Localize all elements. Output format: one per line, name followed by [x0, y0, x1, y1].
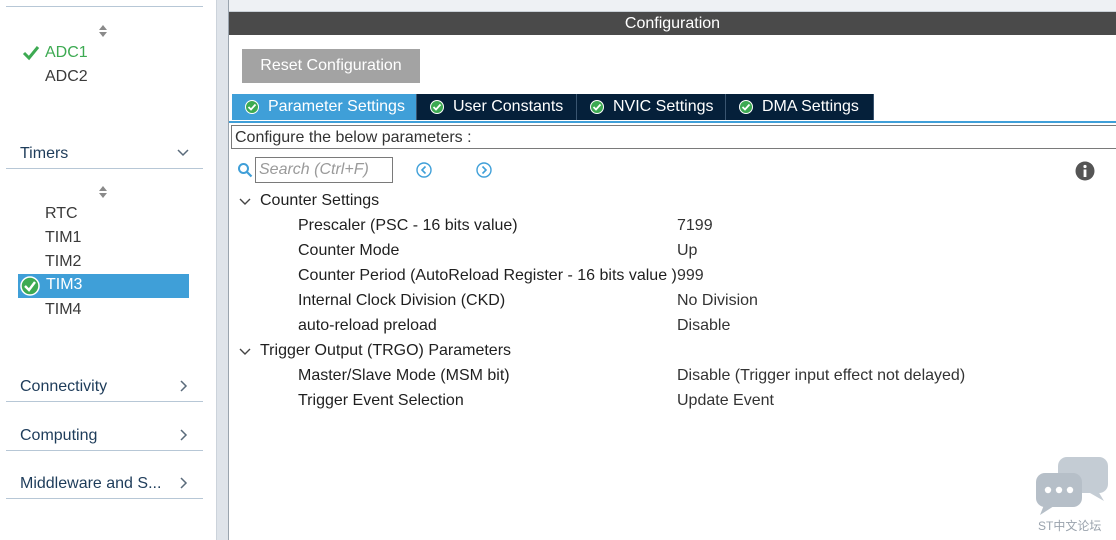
- tab-label: User Constants: [453, 98, 564, 115]
- config-hint: Configure the below parameters :: [235, 129, 472, 146]
- tree-item-adc1[interactable]: ADC1: [45, 43, 88, 63]
- category-computing[interactable]: Computing: [6, 422, 203, 451]
- param-name: Master/Slave Mode (MSM bit): [298, 367, 510, 384]
- search-icon[interactable]: [237, 162, 253, 178]
- previous-result-icon[interactable]: [416, 162, 432, 178]
- chevron-right-icon: [180, 429, 188, 441]
- tree-item-rtc[interactable]: RTC: [45, 204, 78, 224]
- top-strip: [229, 0, 1116, 12]
- chevron-right-icon: [180, 380, 188, 392]
- group-label: Trigger Output (TRGO) Parameters: [260, 342, 512, 359]
- tab-dma-settings[interactable]: DMA Settings: [726, 94, 874, 120]
- param-row-master-slave[interactable]: Master/Slave Mode (MSM bit) Disable (Tri…: [229, 365, 1109, 389]
- param-value[interactable]: No Division: [677, 292, 758, 310]
- param-name: Counter Mode: [298, 242, 400, 259]
- left-panel: ADC1 ADC2 Timers RTC TIM1 TIM2 TIM3 TIM4…: [0, 0, 216, 540]
- check-circle-icon: [430, 100, 444, 114]
- category-label: Connectivity: [20, 378, 108, 395]
- tree-item-tim1[interactable]: TIM1: [45, 228, 81, 248]
- tree-item-tim2[interactable]: TIM2: [45, 252, 81, 272]
- chevron-right-icon: [180, 477, 188, 489]
- group-label: Counter Settings: [260, 192, 380, 209]
- check-circle-icon: [590, 100, 604, 114]
- param-value[interactable]: Disable: [677, 317, 730, 335]
- tab-label: Parameter Settings: [268, 98, 405, 115]
- sort-arrows-icon[interactable]: [98, 185, 108, 199]
- param-name: Internal Clock Division (CKD): [298, 292, 506, 309]
- next-result-icon[interactable]: [476, 162, 492, 178]
- tree-item-tim4[interactable]: TIM4: [45, 300, 81, 320]
- chevron-down-icon: [177, 149, 189, 157]
- panel-splitter[interactable]: [216, 0, 229, 540]
- chevron-down-icon: [239, 198, 251, 205]
- tree-item-label: TIM3: [46, 276, 83, 293]
- category-label: Timers: [20, 145, 69, 162]
- chevron-down-icon: [239, 348, 251, 355]
- param-value[interactable]: Disable (Trigger input effect not delaye…: [677, 367, 965, 385]
- category-label: Middleware and S...: [20, 475, 162, 492]
- tab-label: DMA Settings: [762, 98, 859, 115]
- param-value[interactable]: Up: [677, 242, 697, 260]
- category-middleware[interactable]: Middleware and S...: [6, 470, 203, 499]
- tab-user-constants[interactable]: User Constants: [417, 94, 577, 120]
- config-hint-box: Configure the below parameters :: [231, 125, 1116, 149]
- tree-item-adc2[interactable]: ADC2: [45, 67, 88, 87]
- reset-configuration-button[interactable]: Reset Configuration: [242, 49, 420, 83]
- param-value[interactable]: 999: [677, 267, 704, 285]
- category-connectivity[interactable]: Connectivity: [6, 373, 203, 402]
- param-name: Trigger Event Selection: [298, 392, 464, 409]
- configuration-title: Configuration: [229, 12, 1116, 35]
- param-value[interactable]: Update Event: [677, 392, 774, 410]
- info-icon[interactable]: [1075, 161, 1095, 181]
- configuration-panel: Configuration Reset Configuration Parame…: [229, 0, 1116, 540]
- param-row-prescaler[interactable]: Prescaler (PSC - 16 bits value) 7199: [229, 215, 1109, 239]
- param-row-trigger-event[interactable]: Trigger Event Selection Update Event: [229, 390, 1109, 414]
- tab-label: NVIC Settings: [613, 98, 714, 115]
- tab-nvic-settings[interactable]: NVIC Settings: [577, 94, 726, 120]
- check-circle-icon: [245, 100, 259, 114]
- sort-arrows-icon[interactable]: [98, 24, 108, 38]
- check-circle-icon: [739, 100, 753, 114]
- param-name: auto-reload preload: [298, 317, 437, 334]
- tab-parameter-settings[interactable]: Parameter Settings: [232, 94, 417, 120]
- param-row-counter-period[interactable]: Counter Period (AutoReload Register - 16…: [229, 265, 1109, 289]
- tab-underline: [229, 121, 1116, 123]
- param-name: Counter Period (AutoReload Register - 16…: [298, 267, 677, 284]
- category-timers[interactable]: Timers: [6, 140, 203, 169]
- watermark-text: ST中文论坛: [1038, 519, 1102, 533]
- tree-item-tim3[interactable]: TIM3: [18, 274, 189, 298]
- param-row-counter-mode[interactable]: Counter Mode Up: [229, 240, 1109, 264]
- divider: [6, 6, 203, 7]
- param-row-auto-reload[interactable]: auto-reload preload Disable: [229, 315, 1109, 339]
- search-input[interactable]: [255, 157, 393, 183]
- param-row-clock-division[interactable]: Internal Clock Division (CKD) No Divisio…: [229, 290, 1109, 314]
- check-icon: [22, 46, 40, 61]
- category-label: Computing: [20, 427, 98, 444]
- param-value[interactable]: 7199: [677, 217, 713, 235]
- param-name: Prescaler (PSC - 16 bits value): [298, 217, 518, 234]
- check-circle-icon: [20, 276, 40, 296]
